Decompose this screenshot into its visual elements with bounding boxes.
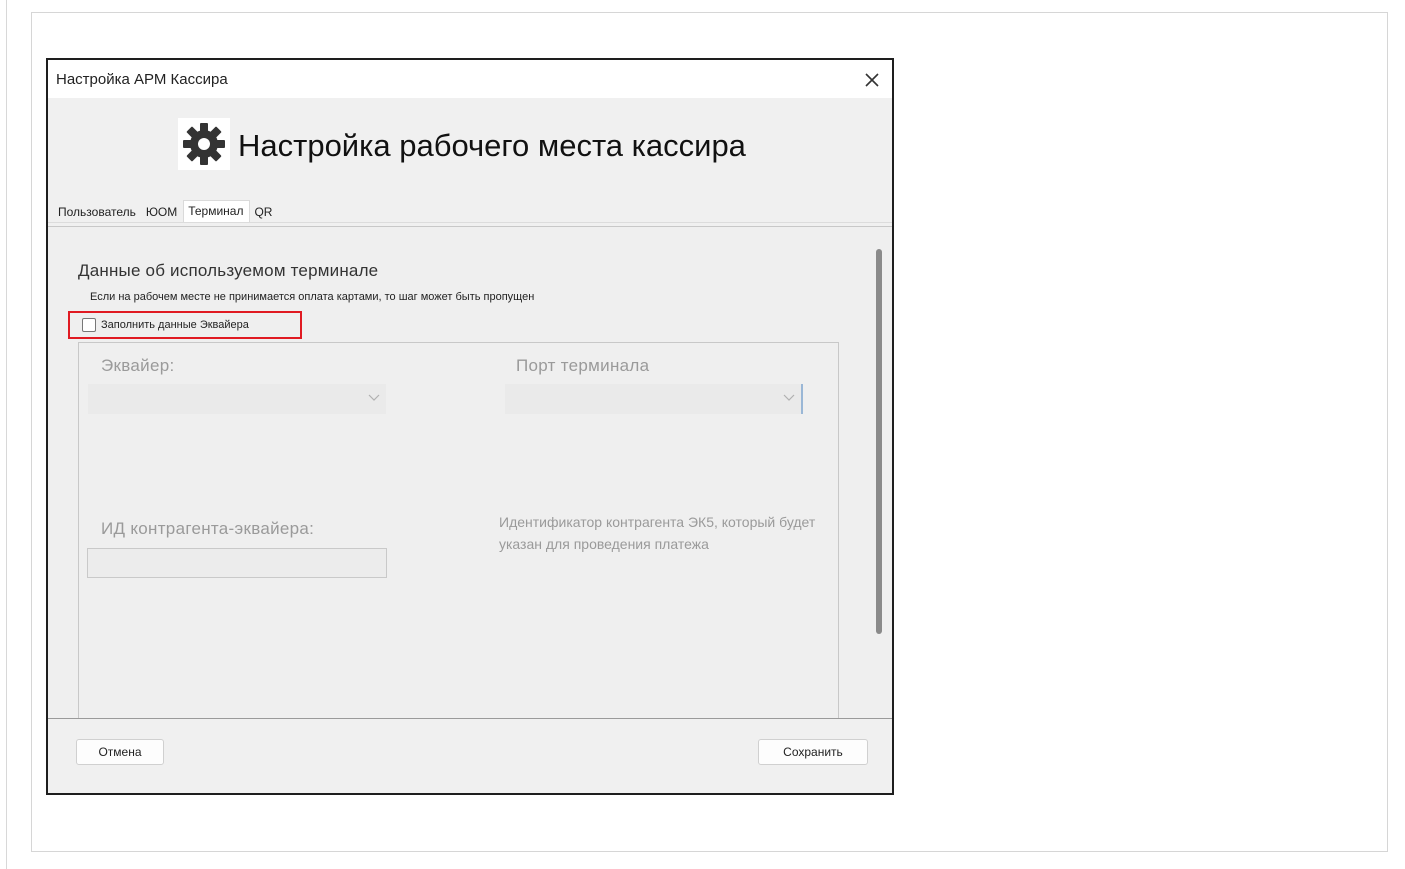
save-button[interactable]: Сохранить (758, 739, 868, 765)
gear-icon-container (178, 118, 230, 170)
page-title: Настройка рабочего места кассира (238, 128, 746, 163)
tab-terminal[interactable]: Терминал (183, 200, 251, 222)
port-select[interactable] (505, 384, 803, 414)
gear-icon (183, 123, 225, 165)
chevron-down-icon (783, 394, 795, 401)
tab-yuom[interactable]: ЮОМ (142, 201, 183, 222)
dialog-header: Настройка рабочего места кассира (48, 98, 892, 208)
acquirer-group: Эквайер: Порт терминала ИД контрагента-э… (78, 342, 839, 732)
skip-hint: Если на рабочем месте не принимается опл… (90, 291, 535, 303)
counterparty-input[interactable] (87, 548, 387, 578)
port-label: Порт терминала (516, 356, 650, 375)
cancel-button[interactable]: Отмена (76, 739, 164, 765)
title-bar: Настройка АРМ Кассира (48, 60, 892, 98)
page-rule-left (6, 0, 7, 869)
tab-bar: Пользователь ЮОМ Терминал QR (54, 198, 278, 222)
dialog-footer: Отмена Сохранить (48, 718, 892, 793)
settings-dialog: Настройка АРМ Кассира Настройка рабочего… (46, 58, 894, 795)
counterparty-help: Идентификатор контрагента ЭК5, который б… (499, 514, 816, 552)
tab-user[interactable]: Пользователь (54, 201, 142, 222)
close-button[interactable] (856, 64, 888, 96)
counterparty-label: ИД контрагента-эквайера: (101, 519, 315, 538)
acquirer-select[interactable] (88, 384, 386, 414)
acquirer-label: Эквайер: (101, 356, 175, 375)
terminal-tab-panel: Данные об используемом терминале Если на… (48, 226, 892, 732)
vertical-scrollbar[interactable] (876, 249, 882, 634)
fill-acquirer-label: Заполнить данные Эквайера (101, 319, 249, 331)
window-title: Настройка АРМ Кассира (56, 71, 228, 88)
chevron-down-icon (368, 394, 380, 401)
section-title: Данные об используемом терминале (78, 261, 379, 280)
close-icon (865, 73, 879, 87)
fill-acquirer-checkbox[interactable] (82, 318, 96, 332)
fill-acquirer-checkbox-row[interactable]: Заполнить данные Эквайера (68, 311, 302, 339)
tabs-divider (48, 222, 892, 223)
tab-qr[interactable]: QR (250, 201, 278, 222)
